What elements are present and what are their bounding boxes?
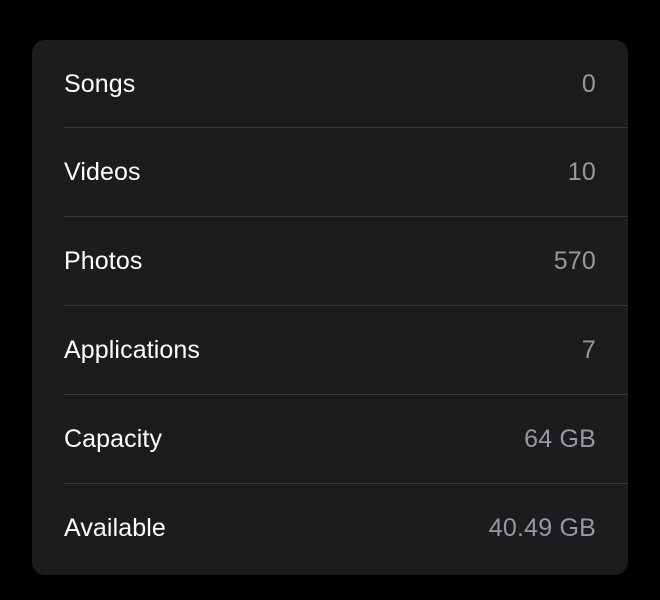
row-value: 7 — [581, 336, 596, 364]
info-row-available: Available 40.49 GB — [32, 484, 628, 573]
row-label: Videos — [64, 158, 141, 186]
info-row-videos: Videos 10 — [32, 128, 628, 217]
row-label: Photos — [64, 247, 143, 275]
info-row-capacity: Capacity 64 GB — [32, 395, 628, 484]
row-value: 10 — [567, 158, 596, 186]
row-value: 570 — [553, 247, 596, 275]
row-value: 64 GB — [524, 425, 596, 453]
info-row-applications: Applications 7 — [32, 306, 628, 395]
row-label: Songs — [64, 69, 136, 98]
row-label: Applications — [64, 336, 201, 364]
row-label: Available — [64, 514, 166, 542]
row-label: Capacity — [64, 425, 163, 453]
device-info-card: Songs 0 Videos 10 Photos 570 Application… — [32, 40, 628, 575]
info-row-songs: Songs 0 — [32, 40, 628, 128]
row-value: 0 — [581, 69, 596, 98]
row-value: 40.49 GB — [488, 514, 596, 542]
info-row-photos: Photos 570 — [32, 217, 628, 306]
